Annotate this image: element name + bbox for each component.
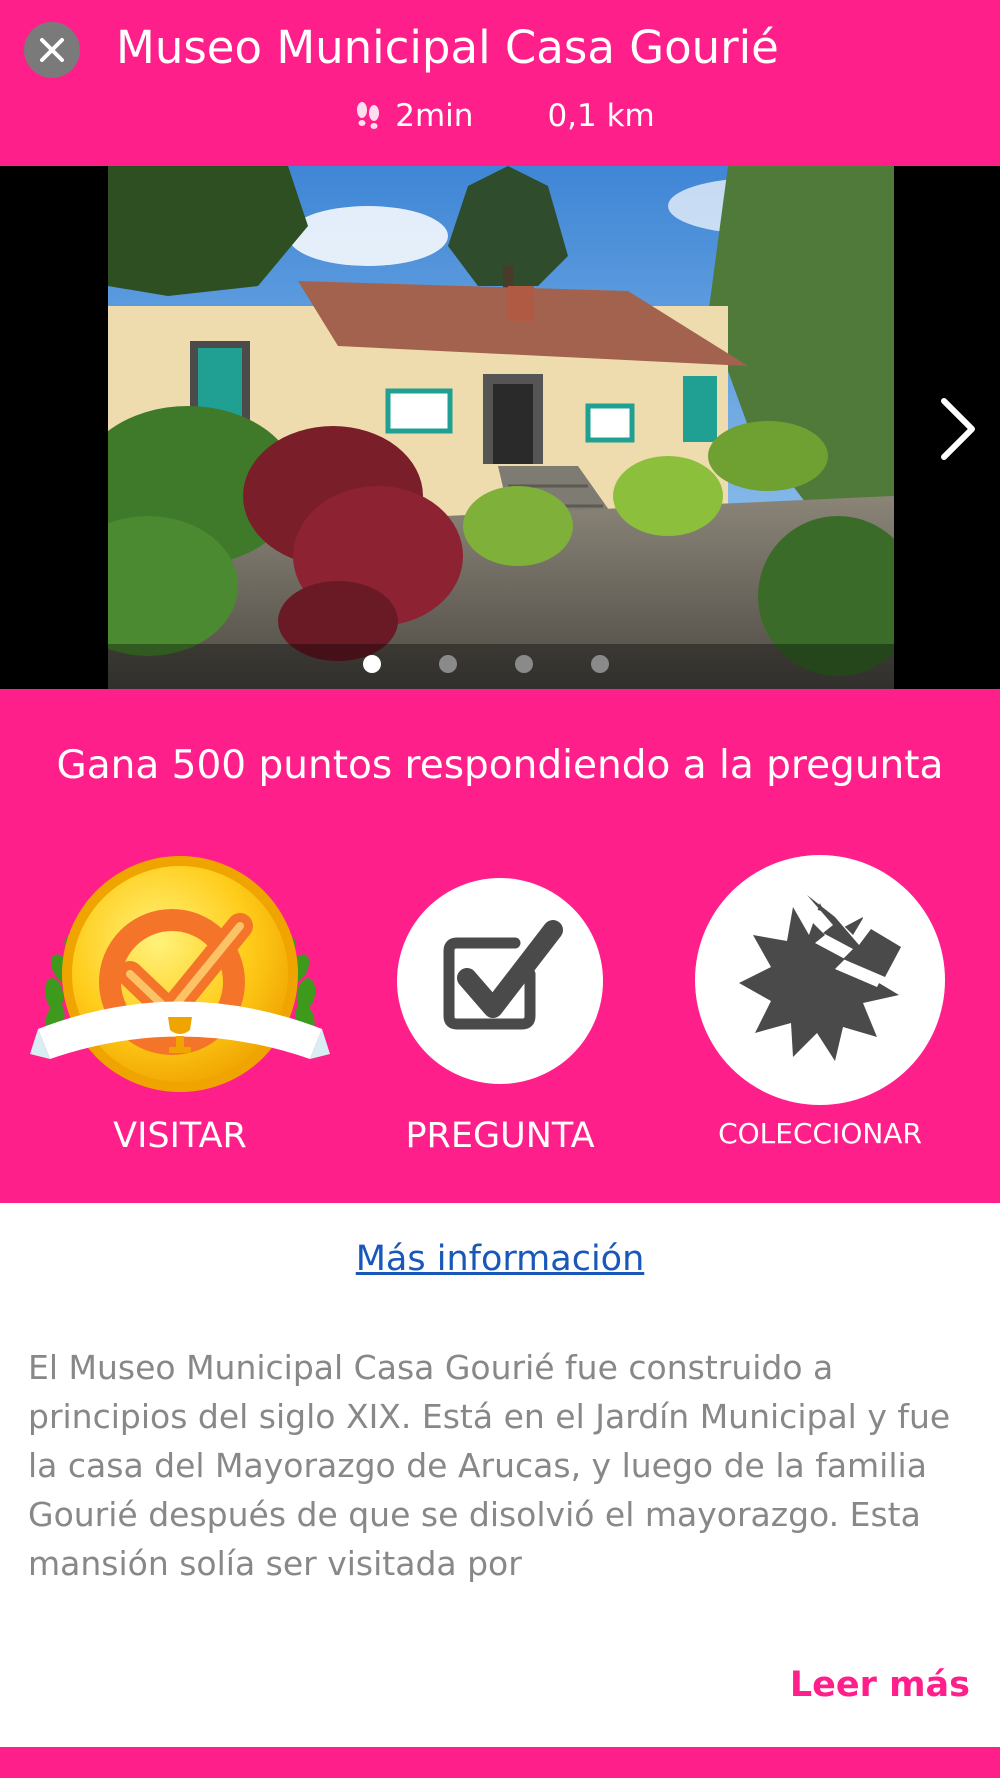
- distance-value: 0,1 km: [547, 98, 655, 134]
- header: Museo Municipal Casa Gourié 2min 0,1 km: [0, 0, 1000, 166]
- walk-time: 2min: [355, 98, 473, 134]
- collect-action[interactable]: COLECCIONAR: [670, 855, 970, 1150]
- collect-icon-circle: [695, 855, 945, 1105]
- museum-photo: [108, 166, 894, 689]
- question-icon-circle: [397, 878, 603, 1084]
- question-label: PREGUNTA: [405, 1116, 595, 1156]
- points-promo: Gana 500 puntos respondiendo a la pregun…: [56, 743, 944, 788]
- carousel-dot-1[interactable]: [363, 655, 381, 673]
- chevron-right-icon: [941, 398, 975, 460]
- footprints-icon: [357, 102, 380, 129]
- next-image-button[interactable]: [930, 391, 986, 467]
- carousel-dot-4[interactable]: [591, 655, 609, 673]
- walk-time-value: 2min: [395, 98, 474, 134]
- bottom-bar: [0, 1747, 1000, 1778]
- carousel-dot-2[interactable]: [439, 655, 457, 673]
- close-button[interactable]: [24, 22, 80, 78]
- visit-label: VISITAR: [113, 1116, 247, 1156]
- more-info-link[interactable]: Más información: [0, 1239, 1000, 1279]
- collect-label: COLECCIONAR: [718, 1117, 922, 1150]
- read-more-link[interactable]: Leer más: [790, 1665, 970, 1705]
- description-text: El Museo Municipal Casa Gourié fue const…: [28, 1348, 951, 1583]
- carousel-indicator: [108, 644, 894, 684]
- photo-carousel[interactable]: [0, 166, 1000, 689]
- torn-badge-icon: [739, 895, 905, 1061]
- page-title: Museo Municipal Casa Gourié: [116, 21, 779, 74]
- checkbox-icon: [443, 920, 563, 1030]
- question-action[interactable]: PREGUNTA: [350, 878, 650, 1156]
- carousel-dot-3[interactable]: [515, 655, 533, 673]
- distance-info: 2min 0,1 km: [0, 98, 1000, 134]
- gold-checkmark-medal-icon: [30, 856, 330, 1092]
- visit-action[interactable]: VISITAR: [30, 854, 330, 1156]
- info-section: Más información El Museo Municipal Casa …: [0, 1203, 1000, 1747]
- actions-panel: Gana 500 puntos respondiendo a la pregun…: [0, 689, 1000, 1203]
- close-icon: [40, 38, 64, 62]
